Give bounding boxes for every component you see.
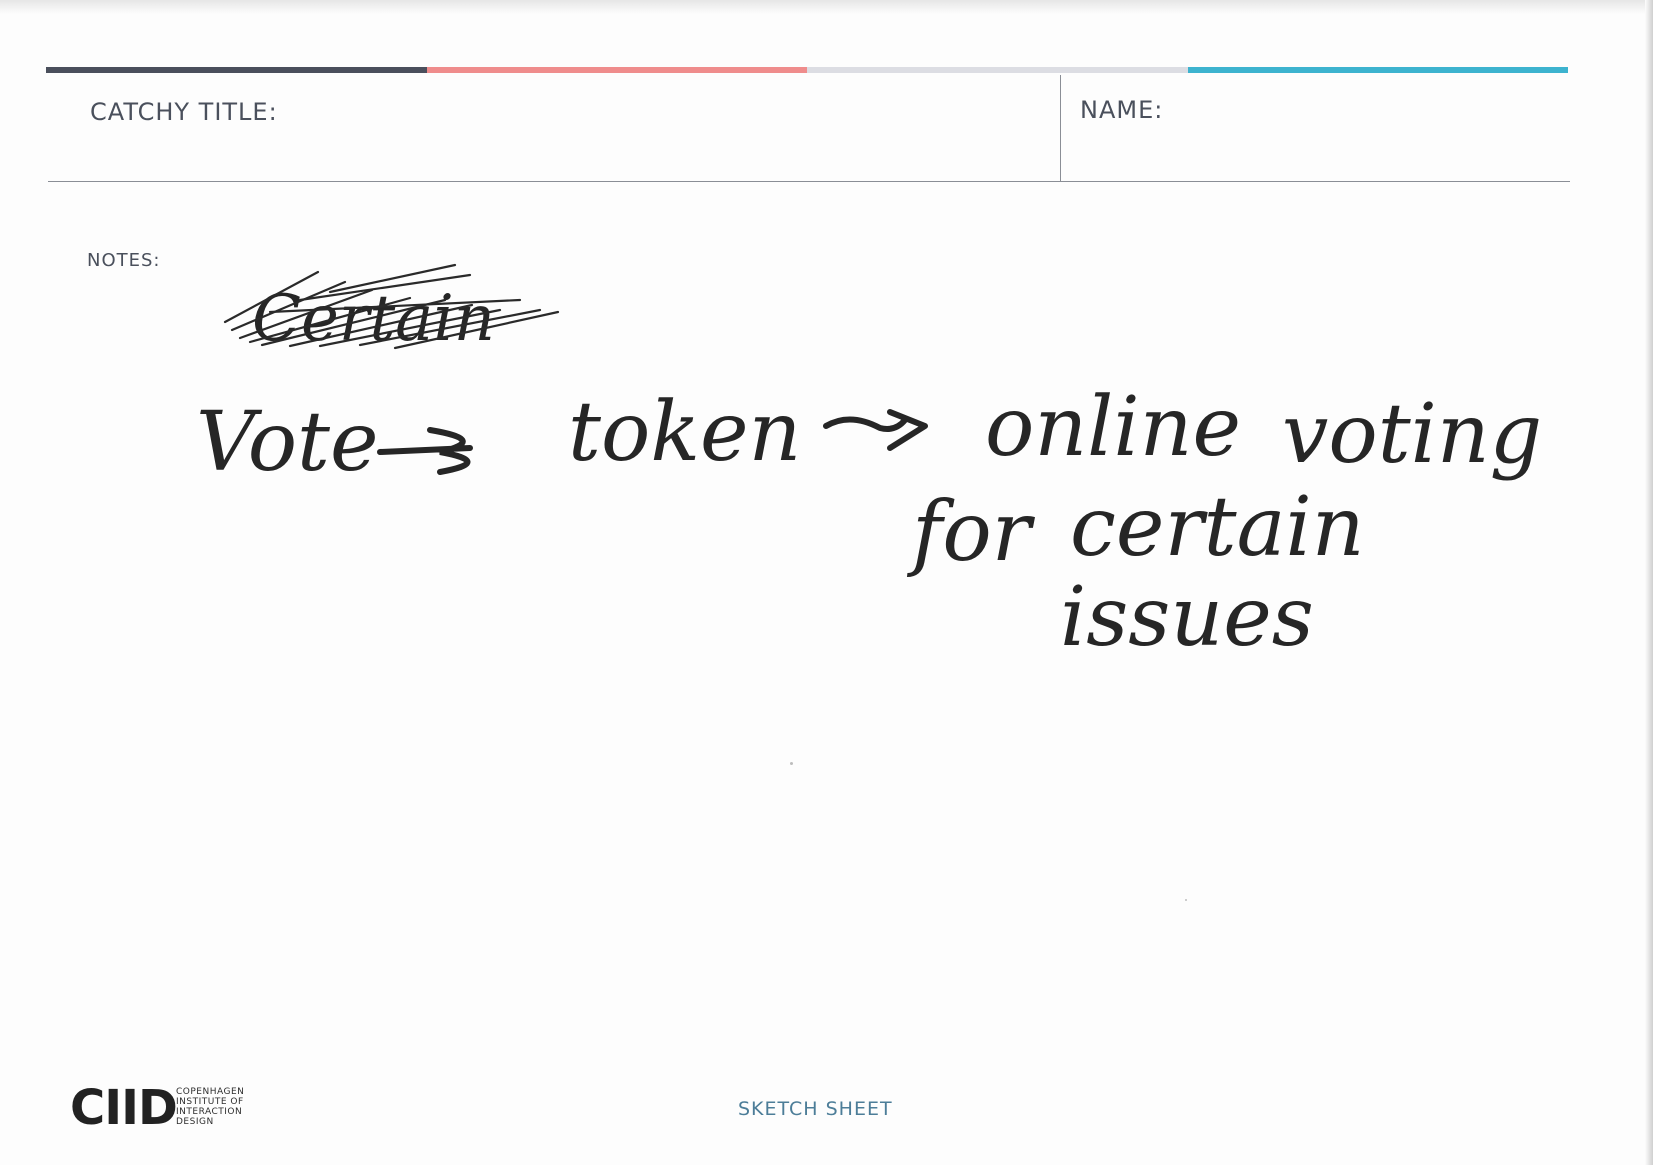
logo-line: INSTITUTE OF (176, 1097, 244, 1107)
ciid-logo: CIID (70, 1080, 178, 1136)
sketch-sheet-label: SKETCH SHEET (738, 1098, 893, 1120)
crossed-out-word: Certain (223, 263, 560, 356)
hw-word-vote: Vote (196, 395, 379, 490)
arrow-icon (377, 427, 473, 475)
sketch-sheet: CATCHY TITLE: NAME: NOTES: Certain Vote (0, 0, 1653, 1165)
hw-word-certain: certain (1070, 480, 1365, 575)
ciid-logo-text: COPENHAGEN INSTITUTE OF INTERACTION DESI… (176, 1087, 244, 1127)
logo-line: DESIGN (176, 1117, 214, 1127)
logo-line: COPENHAGEN (176, 1087, 245, 1097)
hw-word-voting: voting (1282, 387, 1542, 482)
hw-word-online: online (985, 380, 1241, 475)
handwritten-notes: Certain Vote token online voting for cer… (196, 263, 1542, 665)
logo-line: INTERACTION (176, 1107, 243, 1117)
scan-speck (790, 762, 793, 765)
hw-word-for: for (906, 485, 1036, 580)
scan-speck (1185, 899, 1187, 901)
hw-word-token: token (568, 385, 801, 480)
hw-word-issues: issues (1060, 570, 1314, 665)
double-arrow-icon (823, 409, 928, 451)
